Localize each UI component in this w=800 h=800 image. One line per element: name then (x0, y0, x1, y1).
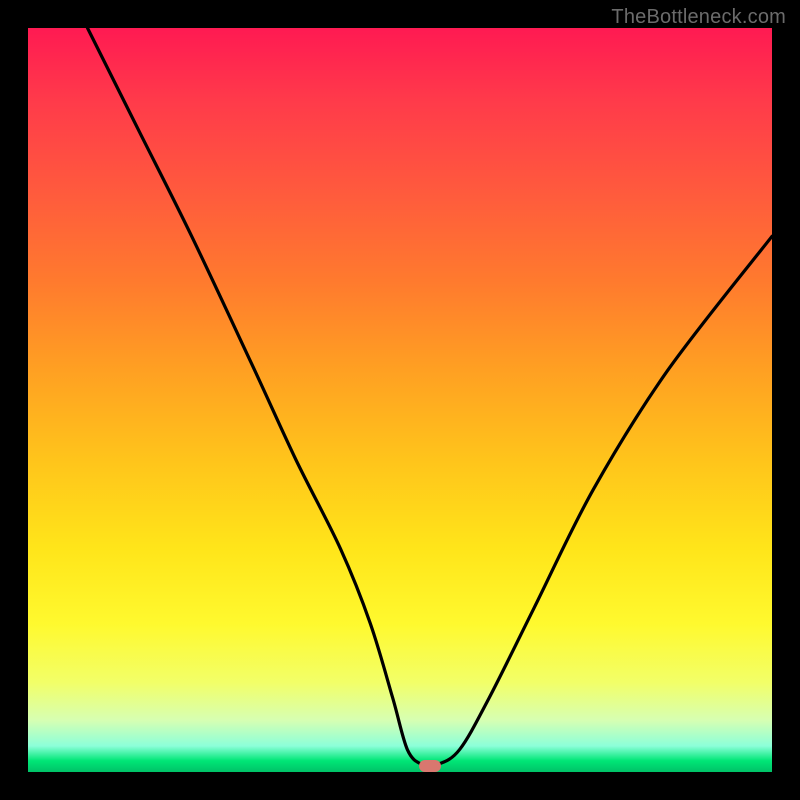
bottleneck-curve (28, 28, 772, 772)
optimal-marker (419, 760, 441, 772)
chart-frame: TheBottleneck.com (0, 0, 800, 800)
attribution-text: TheBottleneck.com (611, 6, 786, 29)
plot-area (28, 28, 772, 772)
